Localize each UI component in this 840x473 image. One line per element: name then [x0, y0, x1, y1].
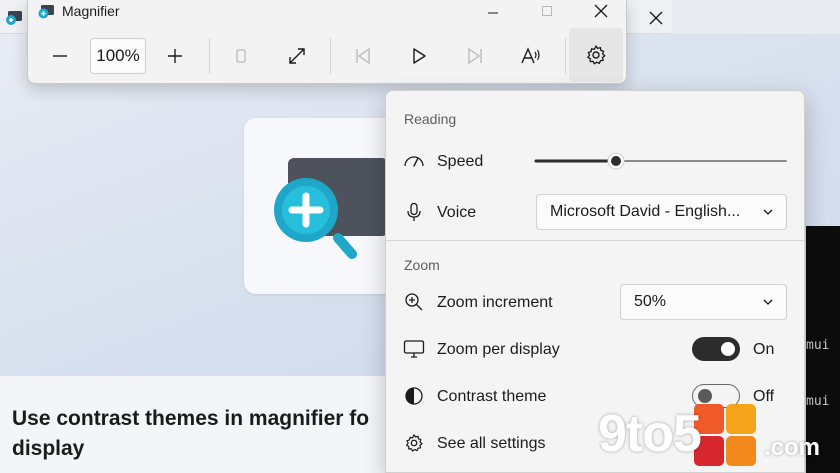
- zoom-out-button[interactable]: [40, 38, 80, 74]
- toolbar-separator: [565, 38, 566, 74]
- microphone-icon: [402, 200, 426, 224]
- zoom-in-button[interactable]: [155, 38, 195, 74]
- zoom-increment-dropdown[interactable]: 50%: [620, 284, 787, 320]
- monitor-icon: [402, 337, 426, 361]
- watermark: 9to5 .com: [598, 398, 830, 470]
- maximize-button: [524, 0, 570, 22]
- zoom-per-display-toggle[interactable]: [692, 337, 740, 361]
- contrast-icon: [402, 384, 426, 408]
- background-strip: [672, 0, 840, 34]
- view-mode-button[interactable]: [221, 38, 261, 74]
- settings-button[interactable]: [569, 28, 623, 82]
- minimize-icon: [488, 12, 498, 14]
- window-title: Magnifier: [62, 3, 120, 19]
- chevron-down-icon: [763, 209, 773, 215]
- chevron-down-icon: [763, 299, 773, 305]
- fullscreen-button[interactable]: [277, 38, 317, 74]
- section-divider: [386, 240, 804, 241]
- zoom-increment-value: 50%: [634, 293, 667, 310]
- reading-section-label: Reading: [404, 111, 457, 127]
- previous-icon: [356, 47, 370, 65]
- speed-icon: [402, 149, 426, 173]
- expand-icon: [289, 48, 305, 64]
- magnifier-titlebar: Magnifier: [28, 0, 628, 24]
- terminal-line: mui: [806, 338, 830, 353]
- minus-icon: [53, 55, 67, 57]
- close-icon: [594, 4, 608, 18]
- voice-dropdown-value: Microsoft David - English...: [550, 203, 741, 220]
- magnifier-app-icon: [38, 5, 54, 19]
- gear-icon: [587, 45, 606, 65]
- play-button[interactable]: [399, 38, 439, 74]
- play-icon: [413, 48, 426, 64]
- read-from-here-button[interactable]: [511, 38, 551, 74]
- speed-slider[interactable]: [534, 151, 788, 171]
- magnifier-illustration-icon: [274, 158, 388, 259]
- watermark-suffix: .com: [764, 434, 821, 461]
- toolbar-separator: [330, 38, 331, 74]
- zoom-per-display-label: Zoom per display: [437, 341, 560, 358]
- voice-dropdown[interactable]: Microsoft David - English...: [536, 194, 787, 230]
- next-icon: [468, 47, 482, 65]
- zoom-per-display-state: On: [753, 341, 775, 358]
- read-aloud-icon: [521, 47, 540, 64]
- zoom-in-icon: [402, 290, 426, 314]
- zoom-increment-label: Zoom increment: [437, 294, 553, 311]
- background-heading: Use contrast themes in magnifier fo disp…: [12, 407, 370, 460]
- toggle-knob: [721, 342, 735, 356]
- see-all-settings-link[interactable]: See all settings: [437, 435, 546, 453]
- gear-icon: [402, 431, 426, 455]
- watermark-text: 9to5: [598, 405, 702, 463]
- background-close-button[interactable]: [640, 4, 672, 32]
- close-button[interactable]: [578, 0, 624, 22]
- close-icon: [649, 11, 663, 25]
- slider-thumb-dot: [611, 156, 621, 166]
- next-sentence-button: [455, 38, 495, 74]
- plus-icon: [168, 49, 182, 63]
- contrast-theme-label: Contrast theme: [437, 388, 547, 405]
- app-icon: [6, 11, 22, 25]
- zoom-level-box[interactable]: 100%: [90, 38, 146, 74]
- zoom-section-label: Zoom: [404, 257, 440, 273]
- view-mode-icon: [236, 49, 246, 63]
- toolbar-separator: [209, 38, 210, 74]
- voice-label: Voice: [437, 204, 477, 221]
- speed-label: Speed: [437, 153, 484, 170]
- previous-sentence-button: [343, 38, 383, 74]
- magnifier-window: Magnifier 100%: [27, 0, 627, 84]
- minimize-button[interactable]: [470, 0, 516, 22]
- maximize-icon: [542, 6, 552, 16]
